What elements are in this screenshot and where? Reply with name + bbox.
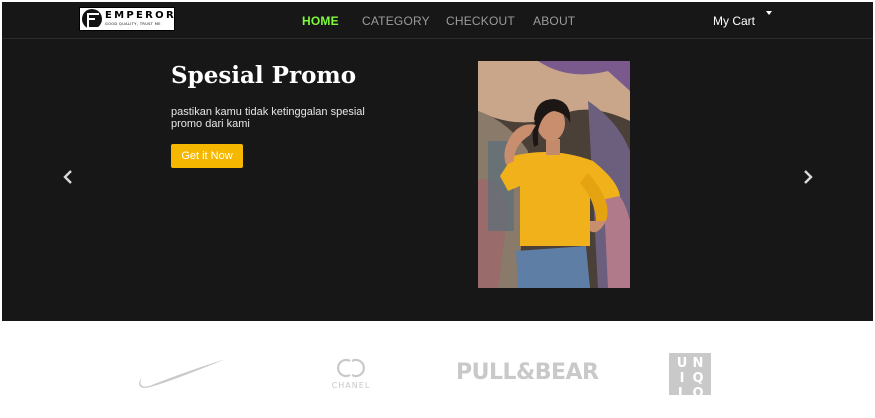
uniqlo-letter: N (692, 356, 704, 371)
uniqlo-letter: U (676, 356, 688, 371)
uniqlo-letter: Q (692, 371, 704, 386)
nike-swoosh-icon (139, 359, 226, 388)
nav-checkout[interactable]: CHECKOUT (446, 2, 515, 39)
chanel-wordmark: CHANEL (331, 381, 371, 390)
caret-down-icon[interactable] (766, 11, 772, 15)
carousel-prev-button[interactable] (58, 167, 78, 187)
logo-tagline: GOOD QUALITY, TRUST ME (105, 22, 161, 27)
chanel-logo[interactable]: CHANEL (326, 357, 376, 390)
get-it-now-button[interactable]: Get it Now (171, 144, 243, 168)
hero-banner: EMPEROR GOOD QUALITY, TRUST ME HOME CATE… (2, 2, 873, 321)
uniqlo-letter: O (692, 386, 704, 401)
logo-text: EMPEROR GOOD QUALITY, TRUST ME (105, 11, 176, 27)
chevron-right-icon (804, 170, 813, 184)
promo-photo-illustration (478, 61, 630, 288)
uniqlo-letter: L (677, 386, 687, 401)
nav-about[interactable]: ABOUT (533, 2, 575, 39)
uniqlo-logo[interactable]: U N I Q L O (669, 353, 711, 401)
emperor-logo[interactable]: EMPEROR GOOD QUALITY, TRUST ME (79, 7, 175, 31)
my-cart-button[interactable]: My Cart (713, 2, 755, 39)
promo-title: Spesial Promo (171, 62, 357, 89)
logo-name: EMPEROR (105, 10, 176, 22)
brand-logos-strip: CHANEL PULL&BEAR U N I Q L O (0, 321, 875, 418)
uniqlo-letter: I (679, 371, 685, 386)
emperor-logo-mark-icon (82, 9, 102, 29)
nav-home[interactable]: HOME (302, 2, 339, 39)
nike-logo[interactable] (136, 357, 228, 398)
pull-and-bear-logo[interactable]: PULL&BEAR (456, 360, 599, 385)
nav-category[interactable]: CATEGORY (362, 2, 430, 39)
navbar: EMPEROR GOOD QUALITY, TRUST ME HOME CATE… (2, 2, 873, 39)
chevron-left-icon (63, 170, 72, 184)
promo-description: pastikan kamu tidak ketinggalan spesial … (171, 106, 365, 130)
carousel-next-button[interactable] (798, 167, 818, 187)
chanel-cc-icon (337, 358, 365, 378)
promo-model-photo (478, 61, 630, 288)
